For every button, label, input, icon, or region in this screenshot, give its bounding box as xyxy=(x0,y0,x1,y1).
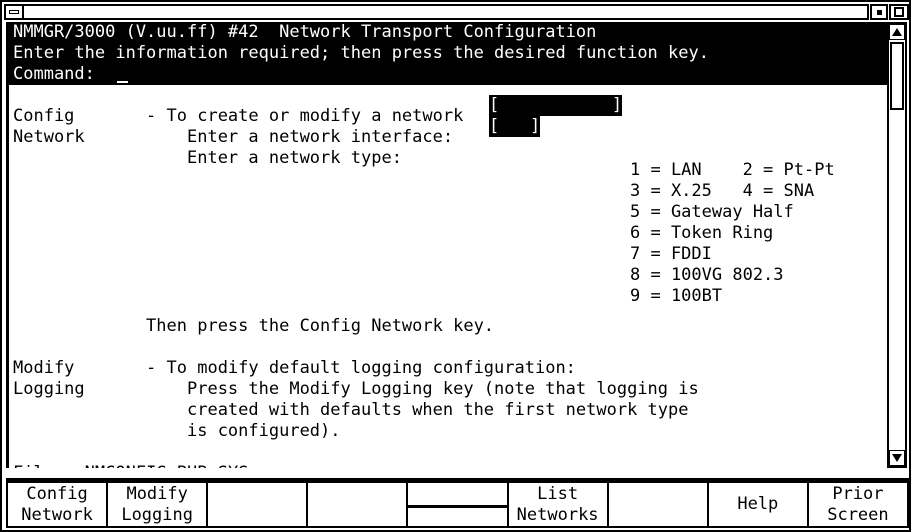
network-type-legend: 1 = LAN 2 = Pt-Pt 3 = X.25 4 = SNA 5 = G… xyxy=(626,160,835,307)
network-type-option: 9 = 100BT xyxy=(630,286,723,306)
body-line: created with defaults when the first net… xyxy=(13,400,689,420)
minimize-glyph-small xyxy=(876,9,882,15)
fkey-modify-logging[interactable]: Modify Logging xyxy=(108,481,209,528)
network-type-option: 5 = Gateway Half xyxy=(630,202,794,222)
network-type-option: 1 = LAN 2 = Pt-Pt xyxy=(630,160,835,180)
instruction-line: Enter the information required; then pre… xyxy=(13,43,709,63)
maximize-glyph xyxy=(894,7,904,17)
body-line: is configured). xyxy=(13,421,341,441)
fkey-label-line2: Logging xyxy=(121,504,193,525)
fkey-empty-3[interactable] xyxy=(208,481,309,528)
scroll-down-arrow-icon[interactable] xyxy=(889,450,905,466)
config-network-hint: Then press the Config Network key. xyxy=(13,316,495,336)
body-line: Network Enter a network interface: xyxy=(13,127,454,147)
terminal-window: NMMGR/3000 (V.uu.ff) #42 Network Transpo… xyxy=(0,0,911,532)
window-title xyxy=(24,4,869,20)
file-line: File: NMCONFIG.PUB.SYS xyxy=(9,463,887,468)
fkey-list-networks[interactable]: List Networks xyxy=(508,481,609,528)
fkey-empty-4[interactable] xyxy=(308,481,409,528)
fkey-label-line1: List xyxy=(537,483,579,504)
file-label: File: xyxy=(13,463,64,468)
network-type-option: 8 = 100VG 802.3 xyxy=(630,265,784,285)
triangle-up-glyph xyxy=(892,28,902,36)
network-type-input[interactable]: [ ] xyxy=(489,116,541,137)
minimize-icon[interactable] xyxy=(870,4,888,20)
fkey-label-line1: Prior xyxy=(832,483,884,504)
fkey-label-line1: Config xyxy=(26,483,88,504)
function-key-bar: Config Network Modify Logging List Netwo… xyxy=(6,478,909,528)
maximize-icon[interactable] xyxy=(889,4,909,20)
fkey-empty-5[interactable] xyxy=(408,481,509,528)
scrollbar-thumb[interactable] xyxy=(890,42,904,110)
network-type-option: 6 = Token Ring xyxy=(630,223,774,243)
fkey-divider-line xyxy=(408,504,507,508)
network-type-option: 7 = FDDI xyxy=(630,244,712,264)
minimize-glyph xyxy=(9,10,19,14)
fkey-label-line1: Help xyxy=(737,494,779,514)
body-line: Modify - To modify default logging confi… xyxy=(13,358,576,378)
body-line: Logging Press the Modify Logging key (no… xyxy=(13,379,699,399)
screen-header-block: NMMGR/3000 (V.uu.ff) #42 Network Transpo… xyxy=(9,22,887,85)
file-value: NMCONFIG.PUB.SYS xyxy=(85,463,249,468)
fkey-label-line1: Modify xyxy=(126,483,188,504)
vertical-scrollbar[interactable] xyxy=(887,22,907,468)
triangle-down-glyph xyxy=(892,454,902,462)
scroll-up-arrow-icon[interactable] xyxy=(889,24,905,40)
fkey-label-line2: Screen xyxy=(827,504,889,525)
fkey-label-line2: Network xyxy=(21,504,93,525)
fkey-label-line2: Networks xyxy=(516,504,599,525)
fkey-empty-7[interactable] xyxy=(608,481,709,528)
file-spacer xyxy=(64,463,84,468)
window-titlebar xyxy=(4,4,909,20)
minimize-icon-left[interactable] xyxy=(4,4,24,20)
command-line[interactable]: Command: xyxy=(9,64,887,85)
body-line xyxy=(9,85,887,106)
network-interface-input[interactable]: [ ] xyxy=(489,95,623,116)
fkey-prior-screen[interactable]: Prior Screen xyxy=(808,481,909,528)
command-label: Command: xyxy=(13,64,95,84)
terminal-screen: NMMGR/3000 (V.uu.ff) #42 Network Transpo… xyxy=(6,22,887,468)
command-cursor xyxy=(117,81,128,83)
app-title-line: NMMGR/3000 (V.uu.ff) #42 Network Transpo… xyxy=(13,22,597,42)
fkey-help[interactable]: Help xyxy=(708,481,809,528)
network-type-option: 3 = X.25 4 = SNA xyxy=(630,181,815,201)
body-line: Config - To create or modify a network xyxy=(13,106,464,126)
fkey-config-network[interactable]: Config Network xyxy=(6,481,109,528)
